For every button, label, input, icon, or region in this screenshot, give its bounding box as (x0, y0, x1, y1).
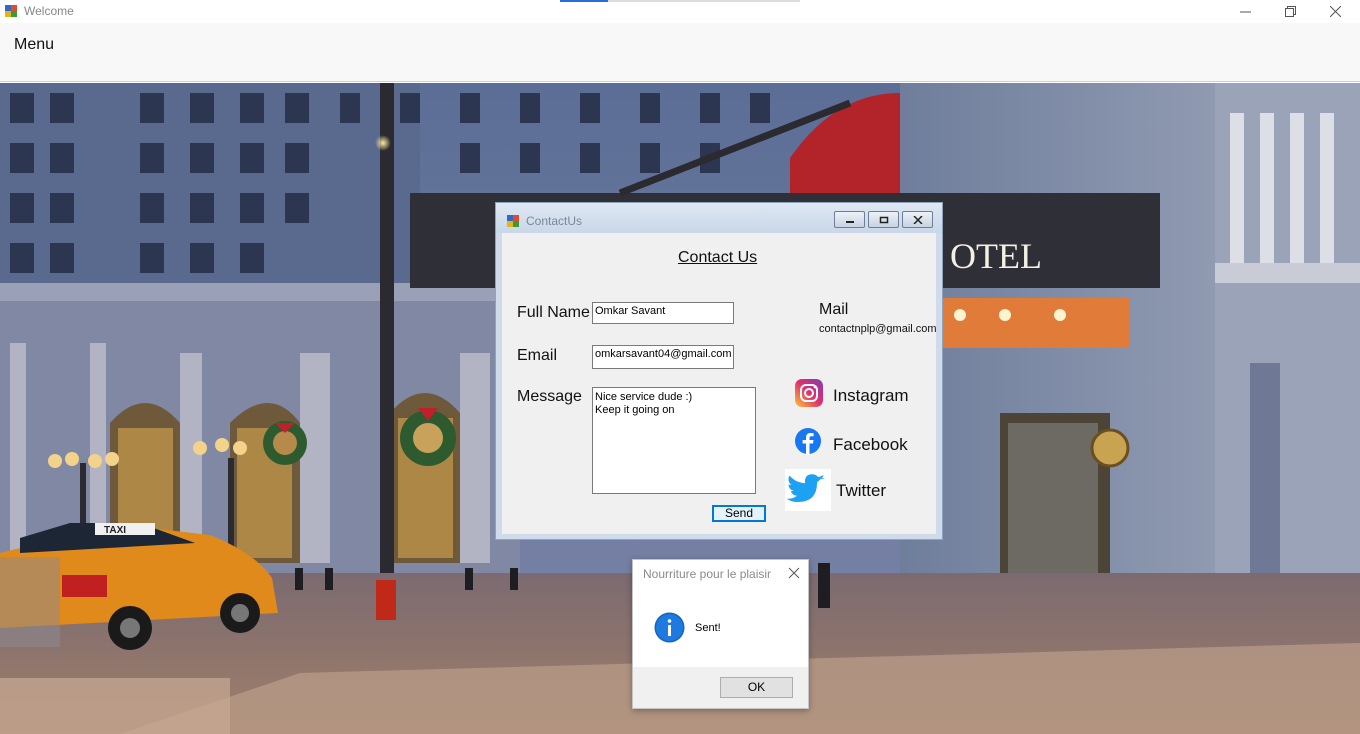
minimize-icon (845, 220, 854, 223)
minimize-icon (1239, 11, 1251, 13)
message-label: Message (517, 388, 582, 405)
window-title-bar[interactable]: Welcome (0, 0, 1360, 23)
instagram-link[interactable]: Instagram (833, 386, 909, 406)
full-name-input[interactable]: Omkar Savant (592, 302, 734, 324)
mail-address: contactnplp@gmail.com (819, 323, 937, 335)
email-label: Email (517, 347, 558, 364)
twitter-link[interactable]: Twitter (836, 481, 886, 501)
info-icon (654, 612, 685, 643)
message-textarea[interactable]: Nice service dude :) Keep it going on (592, 387, 756, 494)
contact-window-title-bar[interactable]: ContactUs (496, 203, 942, 233)
close-button[interactable] (1312, 0, 1358, 23)
message-box-title: Nourriture pour le plaisir (643, 567, 772, 581)
welcome-window: Welcome Menu OTEL TAXI ContactUs Contact… (0, 0, 1360, 734)
facebook-link[interactable]: Facebook (833, 435, 908, 455)
send-button[interactable]: Send (712, 505, 766, 522)
menu-item[interactable]: Menu (14, 36, 54, 54)
contact-close-button[interactable] (902, 211, 933, 228)
contact-us-window: ContactUs Contact Us Full Name Omkar Sav… (495, 202, 943, 540)
email-input[interactable]: omkarsavant04@gmail.com (592, 345, 734, 369)
close-icon[interactable] (785, 564, 803, 582)
window-title: Welcome (24, 4, 74, 18)
ok-button[interactable]: OK (720, 677, 793, 698)
mail-label: Mail (819, 301, 849, 318)
instagram-icon[interactable] (794, 378, 824, 408)
maximize-icon (879, 216, 888, 223)
contact-form-body: Contact Us Full Name Omkar Savant Email … (502, 233, 937, 534)
app-icon (507, 215, 519, 227)
restore-icon (1284, 6, 1296, 17)
close-icon (912, 215, 923, 224)
close-icon (1329, 6, 1341, 17)
message-box-text: Sent! (695, 622, 721, 634)
twitter-icon[interactable] (785, 469, 831, 511)
hotel-sign-text: OTEL (950, 236, 1042, 276)
full-name-label: Full Name (517, 304, 590, 321)
minimize-button[interactable] (1222, 0, 1268, 23)
menu-bar: Menu (0, 23, 1360, 82)
app-icon (5, 5, 17, 17)
contact-heading: Contact Us (678, 249, 758, 266)
contact-minimize-button[interactable] (834, 211, 865, 228)
facebook-icon[interactable] (794, 427, 822, 455)
message-box-dialog: Nourriture pour le plaisir Sent! OK (632, 559, 809, 709)
contact-maximize-button[interactable] (868, 211, 899, 228)
taskbar-indicator (560, 0, 800, 2)
restore-button[interactable] (1267, 0, 1313, 23)
taxi-sign-text: TAXI (104, 525, 126, 536)
contact-window-title: ContactUs (526, 214, 583, 228)
message-box-footer: OK (633, 667, 808, 708)
